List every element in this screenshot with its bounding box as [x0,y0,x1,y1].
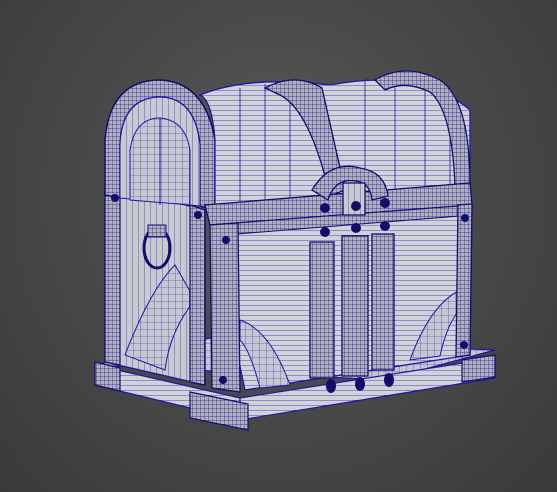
chest-left-side[interactable] [104,184,206,386]
3d-viewport[interactable] [0,0,557,492]
chest-lid-left-arch[interactable] [104,79,216,211]
chest-lid-top[interactable] [198,70,473,226]
chest-wireframe-model[interactable] [0,0,557,492]
